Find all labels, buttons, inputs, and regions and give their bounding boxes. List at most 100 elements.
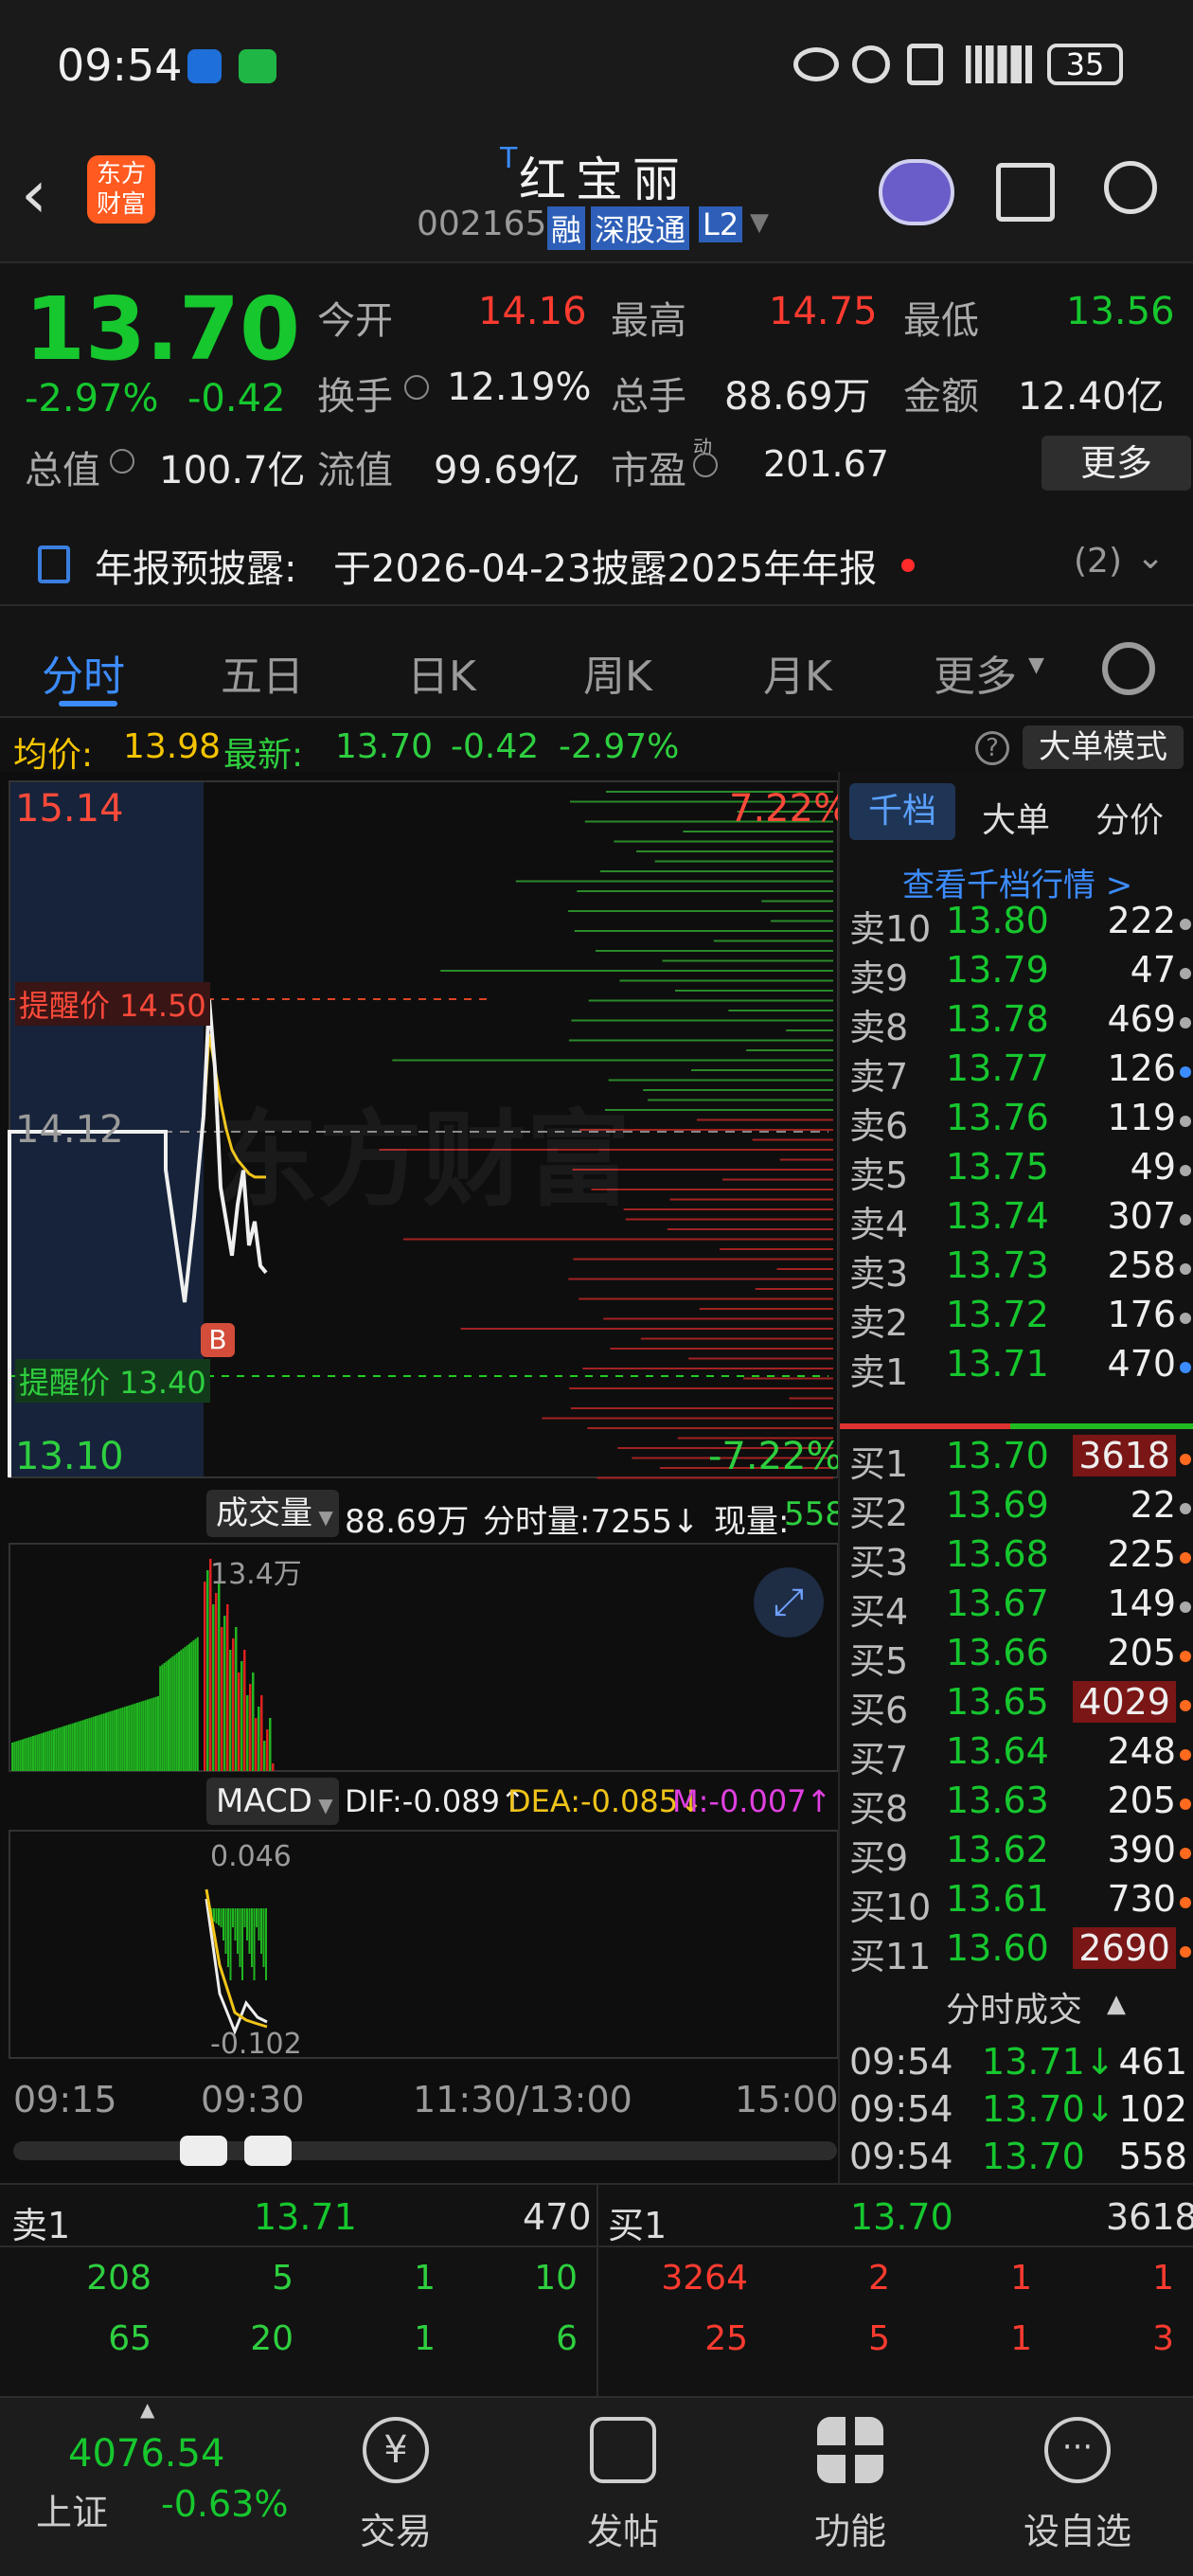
tab-monthly-k[interactable]: 月K: [763, 642, 832, 703]
bid-level-row[interactable]: 买9 13.62 390: [840, 1829, 1193, 1879]
bid-level-row[interactable]: 买1 13.70 3618: [840, 1435, 1193, 1485]
stock-name[interactable]: 红宝丽: [519, 142, 689, 210]
chevron-down-icon[interactable]: ⌄: [1136, 538, 1165, 577]
level-label: 买10: [849, 1887, 932, 1928]
scroll-handle-right[interactable]: [244, 2136, 292, 2166]
buy-marker[interactable]: B: [201, 1323, 235, 1357]
tab-daily-k[interactable]: 日K: [407, 642, 476, 703]
tab-five-day[interactable]: 五日: [221, 642, 304, 703]
nav-post[interactable]: 发帖: [528, 2417, 718, 2554]
app-logo[interactable]: 东方 财富: [87, 155, 155, 224]
open-value: 14.16: [478, 290, 587, 333]
tab-intraday[interactable]: 分时: [42, 642, 125, 703]
level-label: 卖7: [849, 1056, 909, 1098]
ask-level-row[interactable]: 卖9 13.79 47: [840, 949, 1193, 999]
ask-level-row[interactable]: 卖1 13.71 470: [840, 1343, 1193, 1393]
trade-price: 13.70↓: [982, 2088, 1115, 2130]
depth-bar: [683, 831, 833, 832]
volume-bar: [151, 1698, 153, 1771]
tab-weekly-k[interactable]: 周K: [583, 642, 652, 703]
depth-bar: [776, 1268, 833, 1270]
level-label: 买7: [849, 1739, 909, 1780]
macd-bar: [265, 1908, 267, 1980]
tab-price-distribution[interactable]: 分价: [1095, 793, 1164, 842]
chevron-up-icon[interactable]: ▲: [1107, 1990, 1126, 2018]
info-icon[interactable]: [110, 449, 134, 474]
bid-level-row[interactable]: 买10 13.61 730: [840, 1878, 1193, 1928]
document-icon: [38, 546, 70, 583]
ask-level-row[interactable]: 卖10 13.80 222: [840, 900, 1193, 950]
mktcap-label: 总值: [25, 449, 100, 492]
depth-bar: [568, 1039, 833, 1042]
depth-bar: [582, 1368, 833, 1369]
ask-level-row[interactable]: 卖7 13.77 126: [840, 1047, 1193, 1098]
level-label: 卖10: [849, 908, 932, 950]
level-price: 13.73: [946, 1244, 1049, 1286]
volume-bar: [71, 1723, 74, 1771]
tab-big-orders[interactable]: 大单: [982, 793, 1050, 842]
trade-volume: 558: [1118, 2136, 1187, 2177]
time-scrollbar[interactable]: [13, 2141, 837, 2160]
help-icon[interactable]: ?: [975, 731, 1009, 765]
back-icon[interactable]: ‹: [21, 161, 68, 227]
volume-bar: [196, 1637, 199, 1771]
trade-time: 09:54: [849, 2041, 953, 2083]
volume-bar: [32, 1736, 34, 1771]
volume-bar: [90, 1717, 93, 1771]
big-order-mode-button[interactable]: 大单模式: [1023, 725, 1184, 769]
more-button[interactable]: 更多: [1042, 436, 1191, 491]
tab-more[interactable]: 更多: [934, 642, 1017, 703]
volume-selector[interactable]: 成交量 ▼: [206, 1490, 339, 1537]
intraday-chart[interactable]: 15.14 7.22% 14.12 13.10 -7.22% 提醒价 14.50…: [0, 772, 849, 2183]
depth-bar: [786, 1029, 833, 1031]
nav-trade[interactable]: ¥ 交易: [301, 2417, 490, 2554]
level-label: 买5: [849, 1640, 909, 1682]
chevron-down-icon[interactable]: ▼: [750, 208, 769, 237]
alert-high-label[interactable]: 提醒价 14.50: [15, 982, 210, 1026]
ask-level-row[interactable]: 卖3 13.73 258: [840, 1244, 1193, 1295]
tab-thousand-levels[interactable]: 千档: [849, 783, 955, 840]
volume-bar: [121, 1707, 124, 1771]
view-levels-link[interactable]: 查看千档行情 >: [902, 859, 1132, 905]
trades-title[interactable]: 分时成交: [946, 1982, 1082, 2031]
ask-level-row[interactable]: 卖5 13.75 49: [840, 1146, 1193, 1196]
ask-level-row[interactable]: 卖4 13.74 307: [840, 1195, 1193, 1245]
y-axis-top: 15.14: [15, 787, 124, 831]
level-price: 13.78: [946, 998, 1049, 1040]
depth-bar: [746, 1049, 833, 1051]
macd-selector[interactable]: MACD ▼: [206, 1778, 339, 1825]
gear-icon[interactable]: [1102, 642, 1155, 695]
bid-level-row[interactable]: 买6 13.65 4029: [840, 1681, 1193, 1731]
bid-level-row[interactable]: 买8 13.63 205: [840, 1780, 1193, 1830]
scroll-handle-left[interactable]: [180, 2136, 227, 2166]
share-icon[interactable]: [996, 163, 1055, 222]
volume-bar: [76, 1722, 79, 1771]
book-ratio-bar-sell: [840, 1423, 1010, 1429]
volume-bar: [97, 1715, 99, 1771]
ask-level-row[interactable]: 卖6 13.76 119: [840, 1097, 1193, 1147]
bid-level-row[interactable]: 买2 13.69 22: [840, 1484, 1193, 1534]
nav-functions[interactable]: 功能: [756, 2417, 945, 2554]
bid-level-row[interactable]: 买5 13.66 205: [840, 1632, 1193, 1682]
bid-level-row[interactable]: 买4 13.67 149: [840, 1583, 1193, 1633]
info-icon[interactable]: [693, 453, 718, 477]
level-volume: 2690: [1073, 1927, 1176, 1969]
ask-level-row[interactable]: 卖8 13.78 469: [840, 998, 1193, 1048]
announcement-bar[interactable]: 年报预披露: 于2026-04-23披露2025年年报 (2) ⌄: [0, 511, 1193, 606]
expand-icon[interactable]: ⤢: [754, 1567, 824, 1637]
index-ticker[interactable]: ▲ 4076.54 上证 -0.63%: [28, 2398, 288, 2576]
volume-bar: [173, 1655, 176, 1771]
assistant-robot-icon[interactable]: [879, 159, 954, 225]
level-volume: 248: [1107, 1730, 1176, 1772]
alert-low-label[interactable]: 提醒价 13.40: [15, 1359, 210, 1403]
bid-level-row[interactable]: 买7 13.64 248: [840, 1730, 1193, 1780]
bid-level-row[interactable]: 买11 13.60 2690: [840, 1927, 1193, 1977]
bid-level-row[interactable]: 买3 13.68 225: [840, 1533, 1193, 1583]
notice-text: 于2026-04-23披露2025年年报: [333, 547, 878, 591]
search-icon[interactable]: [1104, 161, 1157, 214]
ask-level-row[interactable]: 卖2 13.72 176: [840, 1294, 1193, 1344]
nav-watchlist[interactable]: ··· 设自选: [983, 2417, 1172, 2554]
info-icon[interactable]: [404, 375, 429, 400]
volume-bar: [263, 1741, 266, 1771]
volume-bar: [246, 1695, 249, 1771]
